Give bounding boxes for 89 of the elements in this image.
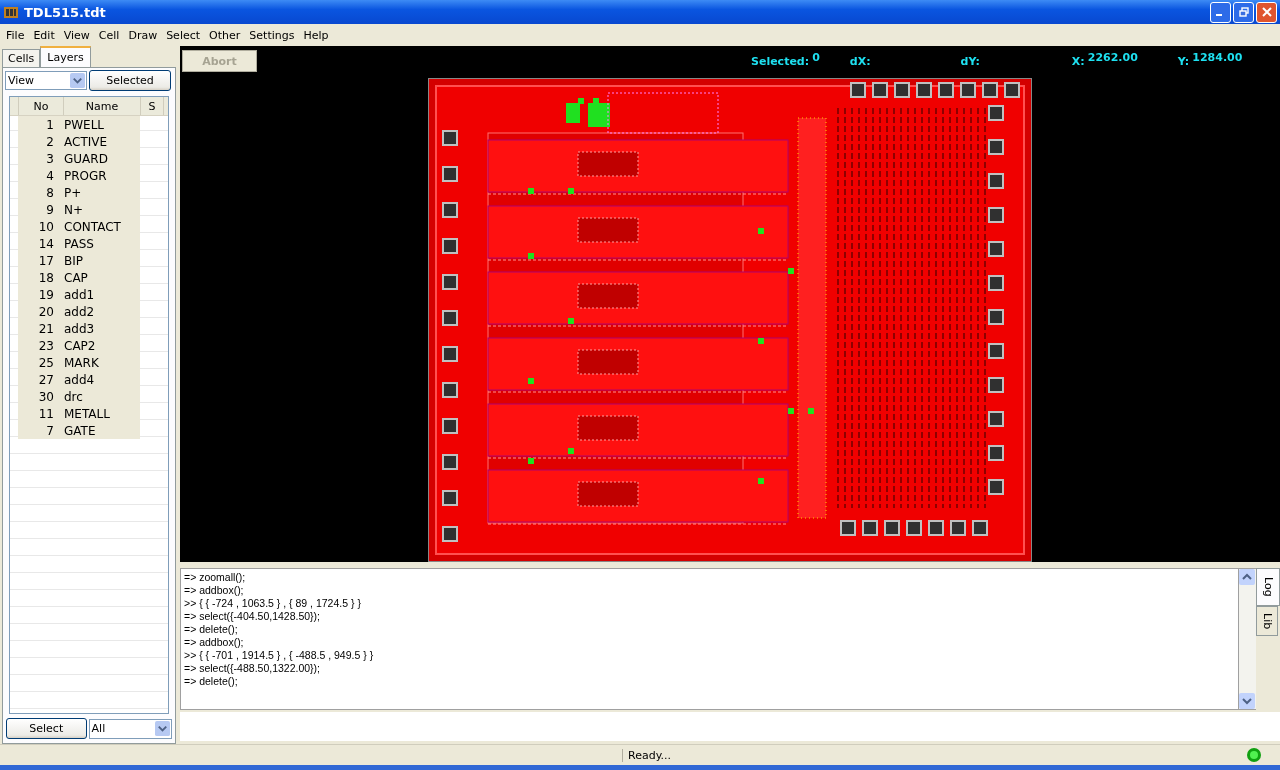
scroll-up-icon[interactable] <box>1239 569 1255 585</box>
y-label: Y: <box>1177 54 1190 68</box>
selected-label: Selected: <box>751 54 810 68</box>
panel-tab[interactable]: Layers <box>40 46 91 67</box>
table-cell: BIP <box>62 252 140 269</box>
close-button[interactable] <box>1256 1 1277 23</box>
console-line: => zoomall(); <box>184 571 247 584</box>
menu-item[interactable]: Cell <box>94 28 125 42</box>
minimize-icon <box>1216 14 1222 16</box>
menu-item[interactable]: Other <box>205 28 246 42</box>
table-cell: add1 <box>62 286 140 303</box>
table-cell: add4 <box>62 371 140 388</box>
table-cell: P+ <box>62 184 140 201</box>
table-cell: PWELL <box>62 116 140 133</box>
table-cell: 25 <box>18 354 62 371</box>
table-cell: 14 <box>18 235 62 252</box>
table-cell: GATE <box>62 422 140 439</box>
window-title: TDL515.tdt <box>24 4 106 20</box>
restore-icon <box>1238 7 1249 17</box>
selected-button[interactable]: Selected <box>89 70 171 91</box>
console-line: >> { { -701 , 1914.5 } , { -488.5 , 949.5 } } <box>184 649 375 662</box>
y-coordinate: 1284.00 <box>1192 51 1243 64</box>
table-cell: 2 <box>18 133 62 150</box>
table-cell: MARK <box>62 354 140 371</box>
console-line: => select({-488.50,1322.00}); <box>184 662 322 675</box>
table-cell: 20 <box>18 303 62 320</box>
x-coordinate: 2262.00 <box>1087 51 1138 64</box>
dy-label: dY: <box>960 54 980 68</box>
scroll-down-icon[interactable] <box>1239 692 1255 709</box>
table-cell: 21 <box>18 320 62 337</box>
table-cell: 11 <box>18 405 62 422</box>
status-text: Ready... <box>622 748 672 762</box>
column-header[interactable]: No <box>19 97 64 115</box>
table-cell: CAP <box>62 269 140 286</box>
console-line: >> { { -724 , 1063.5 } , { 89 , 1724.5 } } <box>184 597 362 610</box>
filter-dropdown[interactable]: All <box>88 718 172 739</box>
table-cell: METALL <box>62 405 140 422</box>
table-cell: 7 <box>18 422 62 439</box>
table-cell: 8 <box>18 184 62 201</box>
console-line: => delete(); <box>184 623 239 636</box>
panel-tab[interactable]: Cells <box>2 49 41 67</box>
table-cell: ACTIVE <box>62 133 140 150</box>
table-cell: N+ <box>62 201 140 218</box>
table-cell: 4 <box>18 167 62 184</box>
table-cell: CONTACT <box>62 218 140 235</box>
side-tab[interactable]: Lib <box>1256 605 1278 636</box>
table-cell: drc <box>62 388 140 405</box>
table-cell: PASS <box>62 235 140 252</box>
console-line: => select({-404.50,1428.50}); <box>184 610 322 623</box>
view-dropdown[interactable]: View <box>5 71 87 90</box>
table-cell: 3 <box>18 150 62 167</box>
table-cell: 23 <box>18 337 62 354</box>
table-cell: 30 <box>18 388 62 405</box>
column-header[interactable]: S <box>141 97 164 115</box>
console-line: => addbox(); <box>184 636 245 649</box>
scrollbar[interactable] <box>1239 568 1256 710</box>
menu-item[interactable]: View <box>59 28 95 42</box>
table-cell: 9 <box>18 201 62 218</box>
select-button[interactable]: Select <box>6 718 87 739</box>
x-label: X: <box>1071 54 1085 68</box>
menu-item[interactable]: Help <box>299 28 334 42</box>
menu-item[interactable]: File <box>2 28 30 42</box>
console-line: => addbox(); <box>184 584 245 597</box>
menu-item[interactable]: Settings <box>245 28 300 42</box>
column-header[interactable]: Name <box>64 97 141 115</box>
command-input[interactable] <box>180 711 1280 741</box>
table-cell: CAP2 <box>62 337 140 354</box>
table-cell: 10 <box>18 218 62 235</box>
table-cell: 17 <box>18 252 62 269</box>
table-cell: add2 <box>62 303 140 320</box>
console-line: => delete(); <box>184 675 239 688</box>
close-icon <box>1261 7 1272 17</box>
status-indicator-icon <box>1246 747 1262 763</box>
table-cell: 19 <box>18 286 62 303</box>
table-cell: 18 <box>18 269 62 286</box>
table-cell: GUARD <box>62 150 140 167</box>
menu-item[interactable]: Edit <box>29 28 60 42</box>
menu-item[interactable]: Draw <box>124 28 163 42</box>
menu-item[interactable]: Select <box>162 28 206 42</box>
selected-count: 0 <box>812 51 820 64</box>
table-cell: 27 <box>18 371 62 388</box>
table-cell: add3 <box>62 320 140 337</box>
restore-button[interactable] <box>1233 1 1254 23</box>
app-icon <box>3 4 19 20</box>
side-tab[interactable]: Log <box>1256 568 1280 606</box>
minimize-button[interactable] <box>1210 1 1231 23</box>
dx-label: dX: <box>849 54 871 68</box>
table-cell: PROGR <box>62 167 140 184</box>
table-cell: 1 <box>18 116 62 133</box>
